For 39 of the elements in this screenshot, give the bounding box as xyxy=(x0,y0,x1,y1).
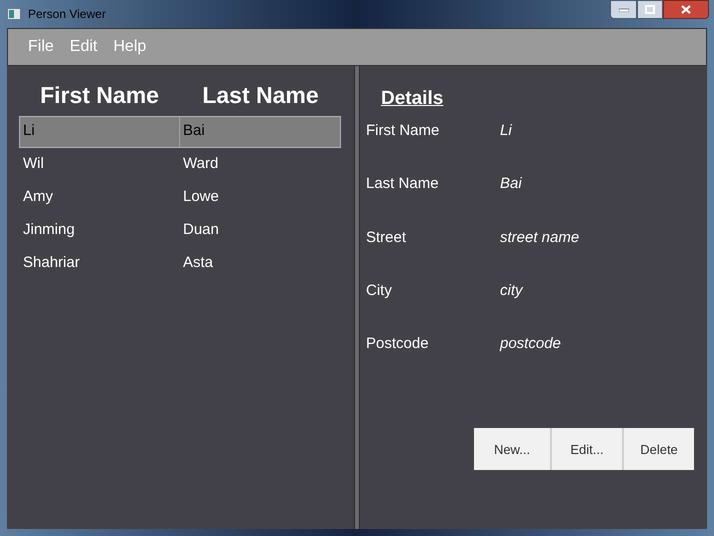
table-cell-text: Ward xyxy=(182,154,220,174)
table-cell-text: Asta xyxy=(182,252,214,273)
table-cell: Li xyxy=(20,116,180,146)
table-cell-text: Wil xyxy=(22,154,45,174)
field-label: Last Name xyxy=(366,174,440,194)
field-label: Street xyxy=(366,228,408,248)
details-heading: Details xyxy=(381,87,444,108)
maximize-icon xyxy=(645,5,655,14)
field-value: Li xyxy=(500,121,512,141)
action-button[interactable]: Delete xyxy=(624,428,694,470)
table-cell-text: Bai xyxy=(182,121,206,142)
action-button[interactable]: Edit... xyxy=(552,428,622,470)
action-button[interactable]: New... xyxy=(474,428,550,470)
table-cell-text: Jinming xyxy=(22,220,76,240)
field-label: City xyxy=(366,280,393,301)
field-value: postcode xyxy=(500,334,561,354)
maximize-button[interactable] xyxy=(637,0,663,19)
table-row[interactable]: Shahriar Asta xyxy=(19,246,341,280)
field-label: Postcode xyxy=(366,334,430,354)
app-icon xyxy=(7,8,21,20)
table-row[interactable]: Li Bai xyxy=(19,116,341,148)
table-row[interactable]: Amy Lowe xyxy=(19,180,341,214)
close-icon xyxy=(681,5,691,14)
close-button[interactable] xyxy=(663,0,709,19)
minimize-button[interactable] xyxy=(610,0,637,19)
field-value: Bai xyxy=(500,174,522,194)
table-cell-text: Duan xyxy=(182,220,220,240)
column-header[interactable]: First Name xyxy=(19,78,180,112)
table-row[interactable]: Wil Ward xyxy=(19,148,341,180)
field-value: city xyxy=(500,280,522,301)
table-row[interactable]: Jinming Duan xyxy=(19,214,341,246)
field-label: First Name xyxy=(366,121,440,141)
table-cell-text: Shahriar xyxy=(22,252,81,273)
table-cell-text: Amy xyxy=(22,186,54,207)
minimize-icon xyxy=(618,8,628,12)
window-title: Person Viewer xyxy=(28,6,106,23)
table-cell-text: Lowe xyxy=(182,186,220,207)
column-header[interactable]: Last Name xyxy=(180,78,341,112)
field-value: street name xyxy=(500,228,580,248)
